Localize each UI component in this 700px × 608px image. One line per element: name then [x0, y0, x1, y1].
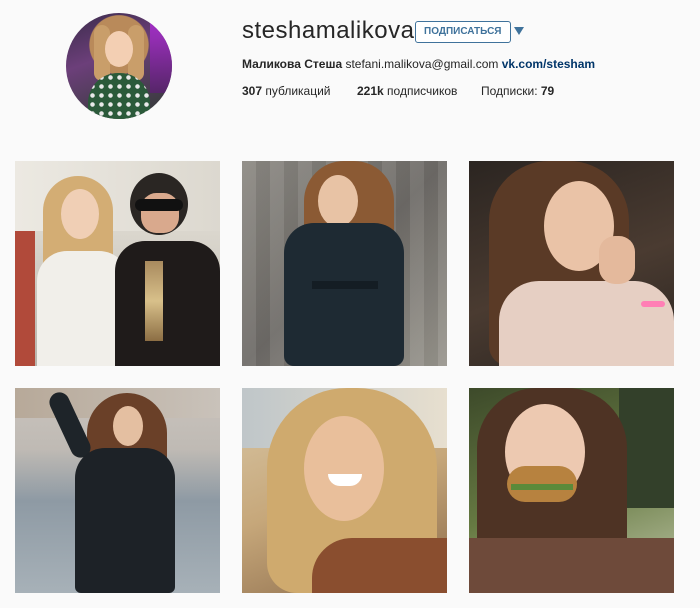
profile-email: stefani.malikova@gmail.com	[345, 57, 499, 71]
photo-hand	[599, 236, 635, 284]
photo-scarf	[145, 261, 163, 341]
photo-tile[interactable]	[15, 161, 220, 366]
following-label: Подписки:	[481, 84, 538, 98]
photo-tile[interactable]	[242, 388, 447, 593]
photo-bracelet	[641, 301, 665, 307]
posts-label: публикаций	[265, 84, 331, 98]
following-count: 79	[540, 84, 555, 98]
photo-sweater	[469, 538, 674, 593]
photo-jacket	[115, 241, 220, 366]
profile-header: steshamalikova ПОДПИСАТЬСЯ Маликова Стеш…	[0, 0, 700, 140]
photo-jacket	[312, 538, 447, 593]
profile-full-name: Маликова Стеша	[242, 57, 343, 71]
posts-count: 307	[242, 84, 263, 98]
avatar[interactable]	[66, 13, 172, 119]
followers-count: 221k	[357, 84, 384, 98]
follow-button[interactable]: ПОДПИСАТЬСЯ	[415, 21, 511, 43]
photo-tile[interactable]	[15, 388, 220, 593]
following-stat[interactable]: Подписки: 79	[481, 84, 554, 98]
photo-dress	[75, 448, 175, 593]
photo-face	[113, 406, 143, 446]
profile-website-link[interactable]: vk.com/stesham	[502, 57, 595, 71]
photo-face	[318, 175, 358, 227]
followers-stat[interactable]: 221k подписчиков	[357, 84, 457, 98]
avatar-background-light	[150, 23, 172, 93]
profile-username: steshamalikova	[242, 17, 415, 44]
photo-tile[interactable]	[242, 161, 447, 366]
avatar-dress	[88, 73, 150, 119]
avatar-face	[105, 31, 133, 67]
photo-person-side	[15, 231, 35, 366]
photo-burger-lettuce	[511, 484, 573, 490]
profile-bio: Маликова Стеша stefani.malikova@gmail.co…	[242, 57, 595, 71]
photo-tile[interactable]	[469, 161, 674, 366]
posts-stat: 307 публикаций	[242, 84, 331, 98]
photo-face	[61, 189, 99, 239]
photo-tree	[619, 388, 674, 508]
photo-sunglasses	[135, 199, 183, 211]
followers-label: подписчиков	[387, 84, 458, 98]
photo-belt	[312, 281, 378, 289]
photo-scarf	[499, 281, 674, 366]
chevron-down-icon[interactable]	[514, 27, 524, 35]
photo-dress	[284, 223, 404, 366]
photo-face	[304, 416, 384, 521]
photo-tile[interactable]	[469, 388, 674, 593]
